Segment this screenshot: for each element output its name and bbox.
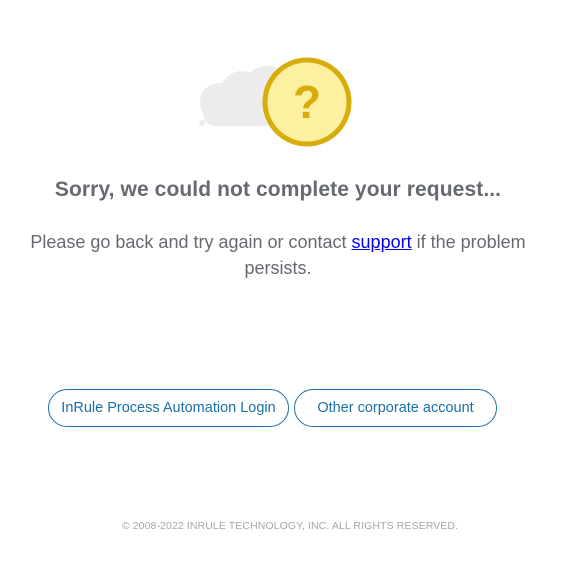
cloud-icon: ? bbox=[199, 57, 352, 147]
support-link[interactable]: support bbox=[352, 232, 412, 252]
corporate-account-button[interactable]: Other corporate account bbox=[294, 389, 497, 427]
copyright-footer: © 2008-2022 INRULE TECHNOLOGY, INC. ALL … bbox=[121, 520, 459, 532]
inrule-login-button[interactable]: InRule Process Automation Login bbox=[48, 389, 289, 427]
error-message: Please go back and try again or contact … bbox=[14, 229, 542, 281]
error-heading: Sorry, we could not complete your reques… bbox=[54, 178, 502, 201]
error-illustration: ? bbox=[197, 57, 357, 149]
message-text-before: Please go back and try again or contact bbox=[30, 232, 352, 252]
question-mark-glyph: ? bbox=[293, 76, 321, 128]
question-mark-icon: ? bbox=[262, 57, 352, 147]
